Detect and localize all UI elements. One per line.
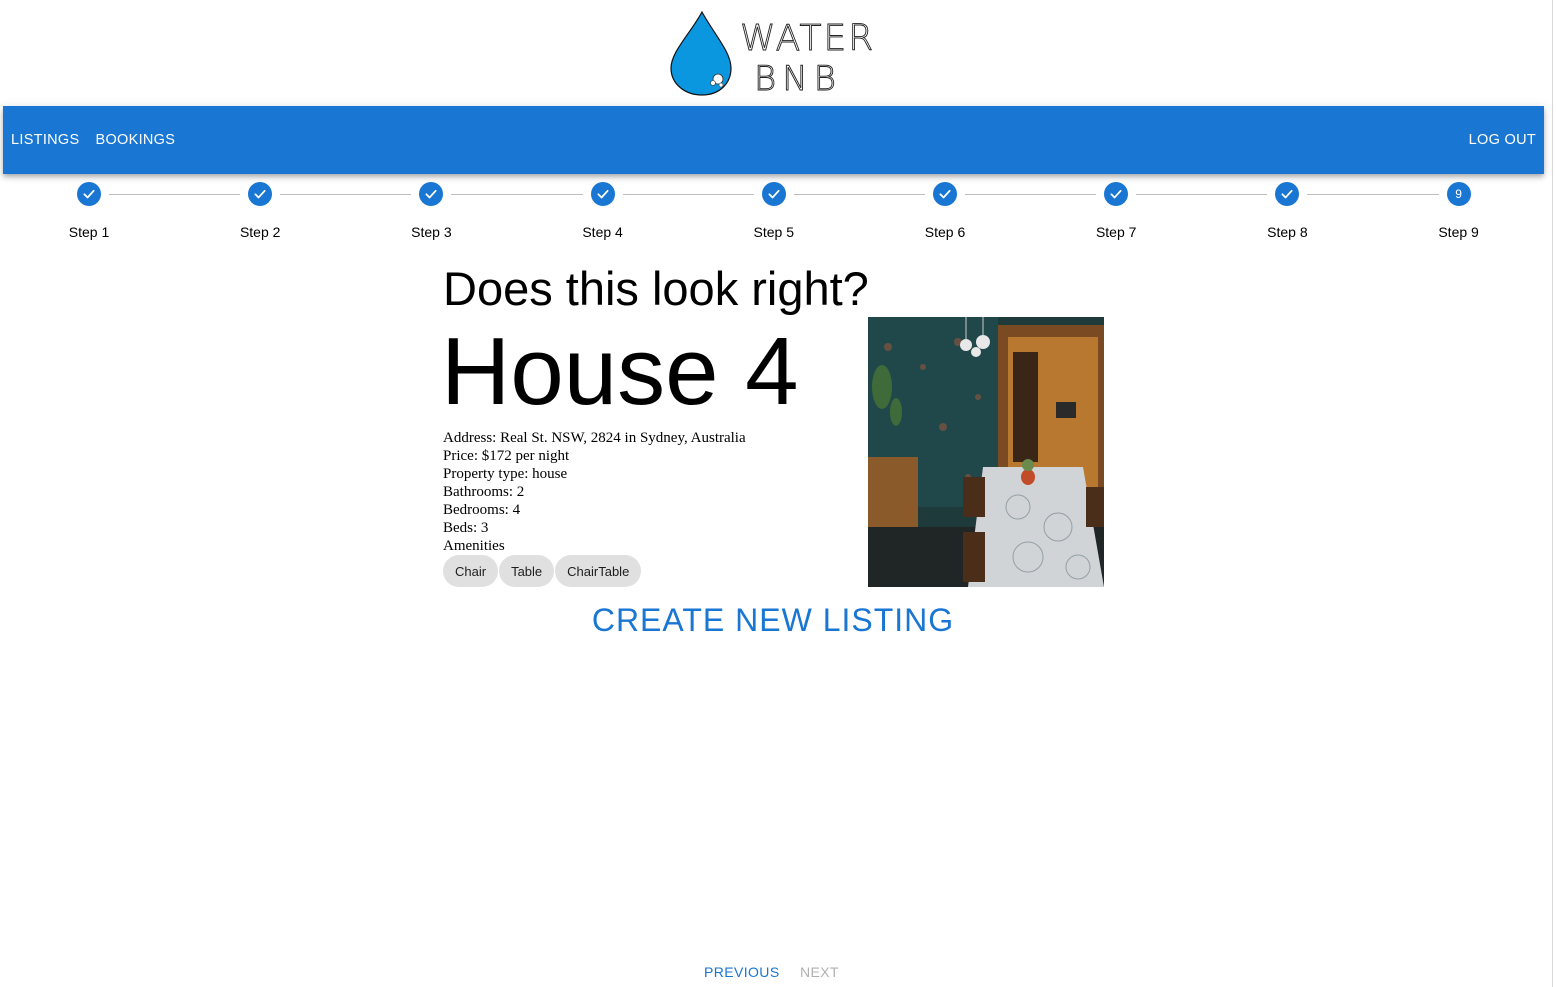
svg-text:BNB: BNB (754, 59, 842, 98)
step-number-badge: 9 (1446, 182, 1471, 206)
previous-button[interactable]: PREVIOUS (704, 964, 780, 980)
check-icon (1275, 182, 1300, 206)
step-1: Step 1 (34, 182, 144, 240)
create-listing-button[interactable]: CREATE NEW LISTING (560, 598, 986, 642)
step-label: Step 2 (239, 224, 281, 240)
review-question: Does this look right? (443, 262, 869, 315)
step-label: Step 8 (1267, 224, 1308, 240)
step-5: Step 5 (719, 182, 829, 240)
amenity-chips: Chair Table ChairTable (443, 555, 642, 587)
detail-bedrooms: Bedrooms: 4 (443, 502, 521, 518)
svg-text:WATER: WATER (740, 18, 872, 59)
detail-property-type: Property type: house (443, 466, 568, 482)
step-6: Step 6 (890, 182, 1000, 240)
listing-photo (868, 317, 1104, 587)
detail-price: Price: $172 per night (443, 448, 570, 464)
nav-bookings-button[interactable]: BOOKINGS (87, 126, 183, 154)
detail-beds: Beds: 3 (443, 520, 489, 536)
logout-button[interactable]: LOG OUT (1461, 126, 1544, 154)
listing-details: Address: Real St. NSW, 2824 in Sydney, A… (443, 429, 746, 555)
check-icon (77, 182, 101, 206)
listing-title: House 4 (441, 318, 799, 425)
check-icon (761, 182, 786, 206)
waterbnb-logo: WATER BNB (668, 8, 872, 98)
step-label: Step 6 (924, 224, 966, 240)
step-label: Step 3 (411, 224, 452, 240)
nav-left-group: LISTINGS BOOKINGS (3, 126, 183, 154)
detail-address: Address: Real St. NSW, 2824 in Sydney, A… (443, 430, 746, 446)
step-label: Step 9 (1438, 224, 1479, 240)
amenity-chip: Chair (443, 555, 499, 587)
check-icon (590, 182, 615, 206)
step-4: Step 4 (548, 182, 658, 240)
check-icon (248, 182, 273, 206)
amenity-chip: ChairTable (555, 555, 642, 587)
step-2: Step 2 (205, 182, 315, 240)
check-icon (933, 182, 957, 206)
step-8: Step 8 (1232, 182, 1342, 240)
listing-stepper: Step 1 Step 2 Step 3 Step 4 Step 5 Step 6 Step… (0, 182, 1556, 242)
amenity-chip: Table (499, 555, 555, 587)
step-7: Step 7 (1061, 182, 1171, 240)
check-icon (419, 182, 444, 206)
step-3: Step 3 (376, 182, 486, 240)
step-label: Step 7 (1095, 224, 1137, 240)
detail-bathrooms: Bathrooms: 2 (443, 484, 525, 500)
check-icon (1104, 182, 1129, 206)
step-label: Step 5 (753, 224, 795, 240)
step-9: 9 Step 9 (1404, 182, 1514, 240)
step-label: Step 1 (68, 224, 110, 240)
next-button[interactable]: NEXT (800, 964, 839, 980)
detail-amenities-heading: Amenities (443, 538, 505, 554)
top-navbar: LISTINGS BOOKINGS LOG OUT (3, 106, 1544, 174)
step-label: Step 4 (582, 224, 623, 240)
nav-listings-button[interactable]: LISTINGS (3, 126, 87, 154)
page-scrollbar-edge (1552, 0, 1553, 987)
